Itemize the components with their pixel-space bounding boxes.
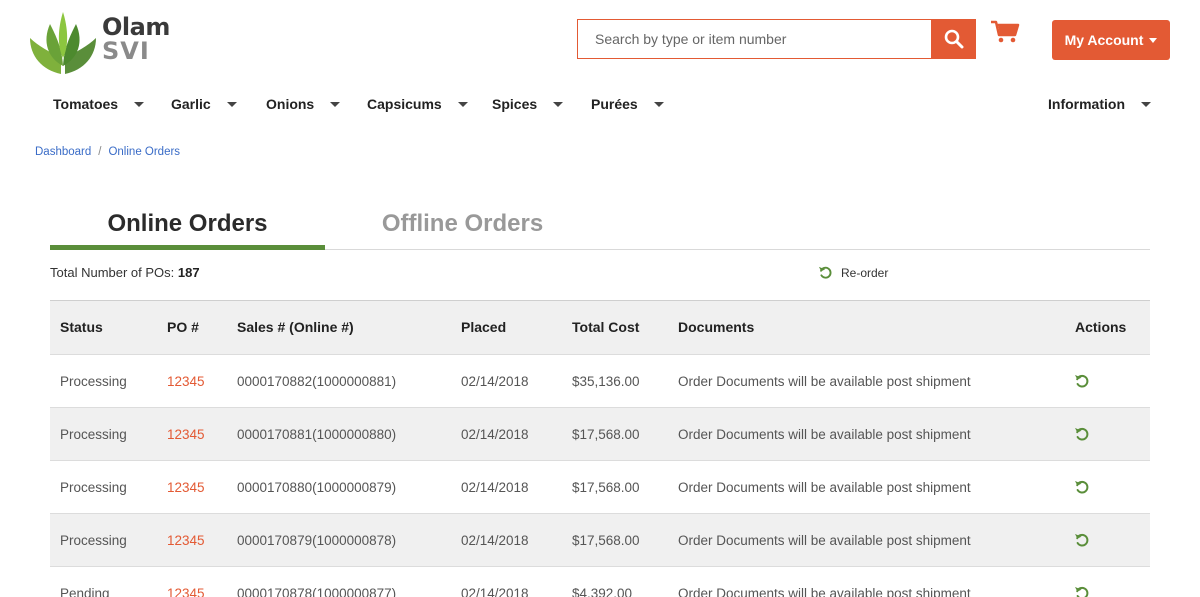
header-sales: Sales # (Online #)	[237, 319, 354, 335]
brand-line2: SVI	[102, 37, 150, 65]
breadcrumb-current[interactable]: Online Orders	[108, 146, 180, 158]
sales-cell: 0000170881(1000000880)	[237, 427, 397, 442]
breadcrumb: Dashboard / Online Orders	[35, 146, 180, 158]
brand-line1: Olam	[102, 13, 170, 41]
table-row: Processing 12345 0000170881(1000000880) …	[50, 407, 1150, 460]
search-button[interactable]	[931, 19, 976, 59]
reorder-button[interactable]: Re-order	[818, 265, 888, 280]
status-cell: Processing	[60, 427, 127, 442]
tab-offline-orders[interactable]: Offline Orders	[325, 200, 600, 250]
logo[interactable]: Olam SVI	[28, 8, 188, 76]
reorder-label: Re-order	[841, 265, 889, 280]
cost-cell: $4,392.00	[572, 586, 633, 597]
sales-cell: 0000170878(1000000877)	[237, 586, 397, 597]
chevron-down-icon	[134, 101, 145, 107]
reorder-icon[interactable]	[1074, 479, 1090, 495]
breadcrumb-dashboard[interactable]: Dashboard	[35, 146, 91, 158]
main-nav: Tomatoes Garlic Onions Capsicums Spices …	[0, 90, 1200, 118]
cost-cell: $17,568.00	[572, 533, 640, 548]
table-row: Processing 12345 0000170882(1000000881) …	[50, 354, 1150, 407]
nav-item-information[interactable]: Information	[1048, 90, 1151, 118]
total-pos-label: Total Number of POs:	[50, 265, 175, 280]
po-link[interactable]: 12345	[167, 408, 205, 461]
nav-item-tomatoes[interactable]: Tomatoes	[53, 90, 145, 118]
cost-cell: $17,568.00	[572, 480, 640, 495]
search-icon	[944, 29, 963, 49]
table-header: Status PO # Sales # (Online #) Placed To…	[50, 301, 1150, 354]
nav-label: Tomatoes	[53, 96, 119, 112]
my-account-button[interactable]: My Account	[1052, 20, 1170, 60]
sales-cell: 0000170882(1000000881)	[237, 374, 397, 389]
olam-leaf-logo	[30, 12, 96, 74]
table-row: Processing 12345 0000170879(1000000878) …	[50, 513, 1150, 566]
cost-cell: $17,568.00	[572, 427, 640, 442]
orders-table: Status PO # Sales # (Online #) Placed To…	[50, 300, 1150, 597]
status-cell: Pending	[60, 586, 110, 597]
cart-icon[interactable]	[990, 20, 1020, 44]
chevron-down-icon	[226, 101, 237, 107]
total-pos: Total Number of POs: 187	[50, 265, 200, 280]
chevron-down-icon	[653, 101, 664, 107]
header-total-cost: Total Cost	[572, 319, 640, 335]
total-pos-count: 187	[177, 265, 200, 280]
nav-label: Spices	[492, 96, 538, 112]
nav-item-spices[interactable]: Spices	[492, 90, 564, 118]
sales-cell: 0000170880(1000000879)	[237, 480, 397, 495]
po-link[interactable]: 12345	[167, 355, 205, 408]
placed-cell: 02/14/2018	[461, 427, 529, 442]
status-cell: Processing	[60, 480, 127, 495]
header-documents: Documents	[678, 319, 755, 335]
reorder-icon[interactable]	[1074, 426, 1090, 442]
placed-cell: 02/14/2018	[461, 480, 529, 495]
header-status: Status	[60, 319, 103, 335]
nav-label: Information	[1048, 96, 1125, 112]
nav-label: Capsicums	[367, 96, 442, 112]
refresh-icon	[818, 266, 832, 279]
nav-label: Onions	[266, 96, 315, 112]
placed-cell: 02/14/2018	[461, 533, 529, 548]
nav-label: Garlic	[171, 96, 211, 112]
table-row: Pending 12345 0000170878(1000000877) 02/…	[50, 566, 1150, 597]
po-link[interactable]: 12345	[167, 567, 205, 597]
my-account-label: My Account	[1064, 32, 1144, 48]
chevron-down-icon	[553, 101, 564, 107]
reorder-icon[interactable]	[1074, 532, 1090, 548]
documents-cell: Order Documents will be available post s…	[678, 374, 971, 389]
status-cell: Processing	[60, 533, 127, 548]
chevron-down-icon	[1141, 101, 1151, 107]
table-row: Processing 12345 0000170880(1000000879) …	[50, 460, 1150, 513]
nav-item-garlic[interactable]: Garlic	[171, 90, 237, 118]
nav-item-capsicums[interactable]: Capsicums	[367, 90, 468, 118]
placed-cell: 02/14/2018	[461, 374, 529, 389]
documents-cell: Order Documents will be available post s…	[678, 586, 971, 597]
documents-cell: Order Documents will be available post s…	[678, 480, 971, 495]
brand-name: Olam SVI	[102, 13, 170, 65]
breadcrumb-separator: /	[98, 146, 102, 158]
header-actions: Actions	[1075, 319, 1127, 335]
status-cell: Processing	[60, 374, 127, 389]
order-tabs: Online Orders Offline Orders	[50, 200, 1150, 250]
chevron-down-icon	[330, 101, 341, 107]
placed-cell: 02/14/2018	[461, 586, 529, 597]
tab-online-orders[interactable]: Online Orders	[50, 200, 325, 250]
reorder-icon[interactable]	[1074, 585, 1090, 597]
header-po: PO #	[167, 319, 199, 335]
po-link[interactable]: 12345	[167, 514, 205, 567]
cost-cell: $35,136.00	[572, 374, 640, 389]
reorder-icon[interactable]	[1074, 373, 1090, 389]
nav-label: Purées	[591, 96, 638, 112]
sales-cell: 0000170879(1000000878)	[237, 533, 397, 548]
search-bar	[577, 19, 976, 59]
chevron-down-icon	[1149, 37, 1158, 43]
po-link[interactable]: 12345	[167, 461, 205, 514]
nav-item-onions[interactable]: Onions	[266, 90, 341, 118]
chevron-down-icon	[457, 101, 468, 107]
documents-cell: Order Documents will be available post s…	[678, 427, 971, 442]
header-placed: Placed	[461, 319, 507, 335]
nav-item-purees[interactable]: Purées	[591, 90, 664, 118]
documents-cell: Order Documents will be available post s…	[678, 533, 971, 548]
search-input[interactable]	[577, 19, 932, 59]
